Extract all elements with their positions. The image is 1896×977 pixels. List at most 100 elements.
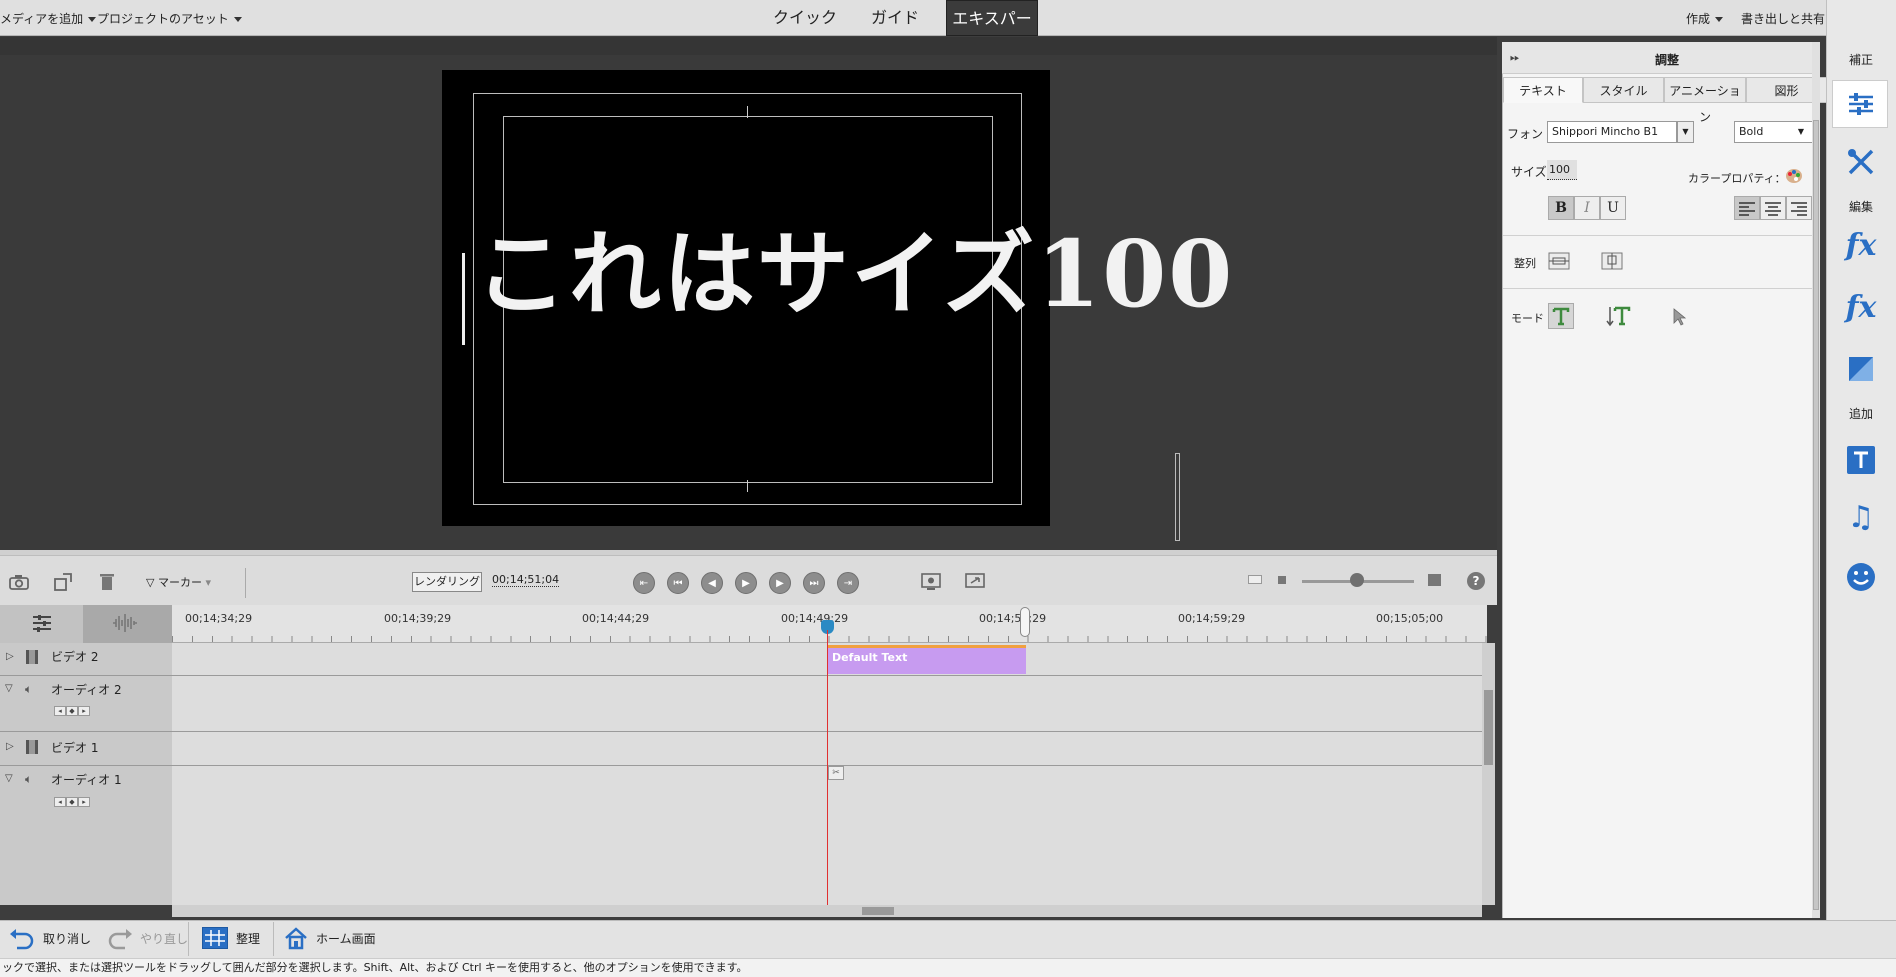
go-to-start-icon[interactable]: ⇤	[633, 572, 655, 594]
zoom-out-small-icon[interactable]	[1248, 575, 1262, 584]
horizontal-scroll-thumb[interactable]	[862, 907, 894, 915]
step-back-icon[interactable]: ◀	[701, 572, 723, 594]
selection-tool-icon[interactable]	[1672, 308, 1687, 326]
color-palette-icon[interactable]	[1785, 168, 1803, 184]
bold-button[interactable]: B	[1548, 196, 1574, 220]
scissors-icon[interactable]: ✂	[828, 766, 844, 780]
current-timecode[interactable]: 00;14;51;04	[492, 573, 560, 587]
music-icon[interactable]: ♫	[1826, 500, 1896, 535]
tools-icon[interactable]	[1845, 146, 1877, 178]
collapse-panel-icon[interactable]: ⏩︎	[1510, 50, 1520, 65]
add-media-label: メディアを追加	[0, 12, 84, 26]
graphics-smiley-icon[interactable]	[1845, 561, 1877, 593]
effects-icon[interactable]: fx	[1826, 228, 1896, 263]
play-icon[interactable]: ▶	[735, 572, 757, 594]
tab-style[interactable]: スタイル	[1583, 77, 1664, 103]
zoom-slider-thumb[interactable]	[1350, 573, 1364, 587]
toolbar-divider	[245, 568, 246, 598]
track-name: オーディオ 1	[51, 773, 122, 787]
ruler-tick-label: 00;14;34;29	[185, 612, 253, 625]
fullscreen-icon[interactable]	[964, 571, 986, 593]
next-keyframe-icon[interactable]: ▸	[78, 797, 90, 807]
tab-text[interactable]: テキスト	[1503, 77, 1583, 103]
size-label: サイズ	[1511, 165, 1547, 179]
redo-icon[interactable]	[106, 926, 134, 950]
next-keyframe-icon[interactable]: ▸	[78, 706, 90, 716]
add-media-menu[interactable]: メディアを追加	[0, 10, 97, 27]
underline-button[interactable]: U	[1600, 196, 1626, 220]
add-keyframe-icon[interactable]: ◆	[66, 797, 78, 807]
speaker-icon[interactable]: 🔈︎	[25, 682, 32, 697]
titles-text-icon[interactable]	[1845, 444, 1877, 476]
arrange-label: 整列	[1514, 257, 1536, 270]
home-icon[interactable]	[283, 925, 309, 951]
italic-button[interactable]: I	[1574, 196, 1600, 220]
mode-label: モード	[1511, 312, 1544, 325]
film-icon[interactable]	[26, 650, 38, 664]
add-keyframe-icon[interactable]: ◆	[66, 706, 78, 716]
resize-clip-icon[interactable]	[52, 571, 74, 593]
project-assets-menu[interactable]: プロジェクトのアセット	[97, 10, 242, 27]
redo-button[interactable]: やり直し	[140, 930, 188, 947]
panel-divider	[1503, 235, 1817, 236]
align-center-icon[interactable]	[1760, 196, 1786, 220]
export-share-button[interactable]: 書き出しと共有	[1741, 10, 1825, 27]
vertical-scroll-thumb[interactable]	[1484, 690, 1493, 765]
previous-keyframe-icon[interactable]: ◂	[54, 706, 66, 716]
next-edit-icon[interactable]: ⏭	[803, 572, 825, 594]
zoom-in-icon[interactable]	[1428, 574, 1441, 586]
chevron-down-icon	[1715, 17, 1724, 22]
camera-icon[interactable]	[8, 571, 30, 593]
speaker-icon[interactable]: 🔈︎	[25, 772, 32, 787]
marker-menu[interactable]: ▽ マーカー ▾	[146, 574, 211, 590]
size-field[interactable]: 100	[1547, 160, 1577, 180]
previous-edit-icon[interactable]: ⏮	[667, 572, 689, 594]
chevron-down-icon	[233, 17, 242, 22]
expand-track-icon[interactable]: ▷	[6, 741, 14, 752]
tab-quick[interactable]: クイック	[770, 0, 840, 36]
go-to-end-icon[interactable]: ⇥	[837, 572, 859, 594]
vertical-text-mode-icon[interactable]	[1605, 303, 1633, 329]
organizer-icon[interactable]	[202, 927, 228, 949]
render-settings-icon[interactable]	[920, 571, 942, 593]
chevron-down-icon[interactable]: ▼	[1677, 121, 1694, 143]
text-mode-icon[interactable]	[1548, 303, 1574, 329]
expand-track-icon[interactable]: ▷	[6, 651, 14, 662]
collapse-track-icon[interactable]: ▽	[5, 773, 13, 784]
help-icon[interactable]: ?	[1467, 572, 1485, 590]
resize-handle[interactable]	[1175, 453, 1180, 541]
film-icon[interactable]	[26, 740, 38, 754]
zoom-out-icon[interactable]	[1278, 576, 1286, 584]
applied-effects-icon[interactable]: fx	[1826, 290, 1896, 325]
collapse-track-icon[interactable]: ▽	[5, 683, 13, 694]
organizer-button[interactable]: 整理	[236, 930, 260, 947]
align-right-icon[interactable]	[1786, 196, 1812, 220]
align-left-icon[interactable]	[1734, 196, 1760, 220]
home-screen-button[interactable]: ホーム画面	[316, 930, 376, 947]
vertical-scrollbar[interactable]	[1482, 643, 1495, 905]
create-menu[interactable]: 作成	[1686, 10, 1724, 27]
center-horizontal-icon[interactable]	[1548, 252, 1570, 270]
horizontal-scrollbar[interactable]	[172, 905, 1482, 917]
panel-scroll-thumb[interactable]	[1813, 120, 1819, 910]
font-weight-select[interactable]: Bold ▼	[1734, 121, 1813, 143]
track-name: オーディオ 2	[51, 683, 122, 697]
step-forward-icon[interactable]: ▶	[769, 572, 791, 594]
title-text[interactable]: これはサイズ100	[475, 228, 1234, 320]
transitions-icon[interactable]	[1845, 353, 1877, 385]
undo-icon[interactable]	[8, 926, 36, 950]
project-assets-label: プロジェクトのアセット	[97, 12, 229, 26]
center-vertical-icon[interactable]	[1601, 252, 1623, 270]
work-area-end-handle[interactable]	[1020, 607, 1030, 637]
undo-button[interactable]: 取り消し	[43, 930, 91, 947]
trash-icon[interactable]	[96, 571, 118, 593]
ruler-tick-label: 00;14;44;29	[582, 612, 650, 625]
previous-keyframe-icon[interactable]: ◂	[54, 797, 66, 807]
tab-expert[interactable]: エキスパート	[946, 0, 1038, 64]
status-bar: ックで選択、または選択ツールをドラッグして囲んだ部分を選択します。Shift、A…	[0, 958, 1896, 977]
clip-label: Default Text	[832, 651, 908, 664]
tab-guided[interactable]: ガイド	[860, 0, 930, 36]
tab-animation[interactable]: アニメーション	[1664, 77, 1746, 124]
font-select[interactable]: Shippori Mincho B1	[1547, 121, 1677, 143]
render-button[interactable]: レンダリング	[412, 572, 482, 592]
